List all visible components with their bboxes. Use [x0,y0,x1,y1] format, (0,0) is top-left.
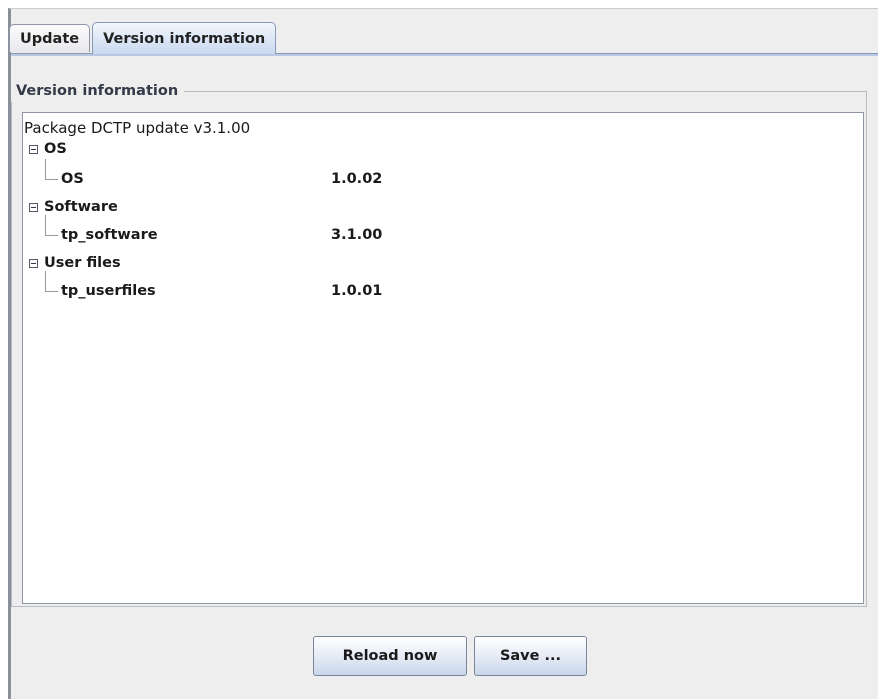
tree-root-label[interactable]: Package DCTP update v3.1.00 [24,119,250,137]
tree-node-label: Software [44,199,118,215]
tab-strip: Update Version information [9,20,277,54]
tab-update-label: Update [20,30,80,47]
tree-connector-line [45,271,58,292]
collapse-minus-icon[interactable] [29,258,38,268]
tree-node-label: OS [44,141,67,157]
collapse-minus-icon[interactable] [29,202,38,212]
save-button[interactable]: Save ... [474,636,587,676]
tree-connector-line [45,215,58,236]
tree-leaf-tp-userfiles[interactable]: tp_userfiles [45,271,156,299]
tab-version-information-label: Version information [103,30,266,47]
tab-version-information[interactable]: Version information [92,22,277,54]
tree-node-user-files[interactable]: User files [29,255,121,271]
tree-leaf-label: OS [61,171,84,187]
tree-node-software[interactable]: Software [29,199,118,215]
reload-now-button[interactable]: Reload now [313,636,467,676]
version-value-software: 3.1.00 [331,227,383,243]
version-value-user-files: 1.0.01 [331,283,383,299]
collapse-minus-icon[interactable] [29,144,38,154]
tab-update[interactable]: Update [9,24,91,52]
version-value-os: 1.0.02 [331,171,383,187]
tree-leaf-label: tp_software [61,227,158,243]
tree-node-os[interactable]: OS [29,141,67,157]
version-tree[interactable]: Package DCTP update v3.1.00 OS OS 1.0.02… [22,112,864,604]
tree-leaf-tp-software[interactable]: tp_software [45,215,158,243]
tree-leaf-label: tp_userfiles [61,283,156,299]
tree-leaf-os[interactable]: OS [45,159,84,187]
groupbox-title: Version information [11,80,185,102]
tree-node-label: User files [44,255,121,271]
tree-connector-line [45,159,58,180]
